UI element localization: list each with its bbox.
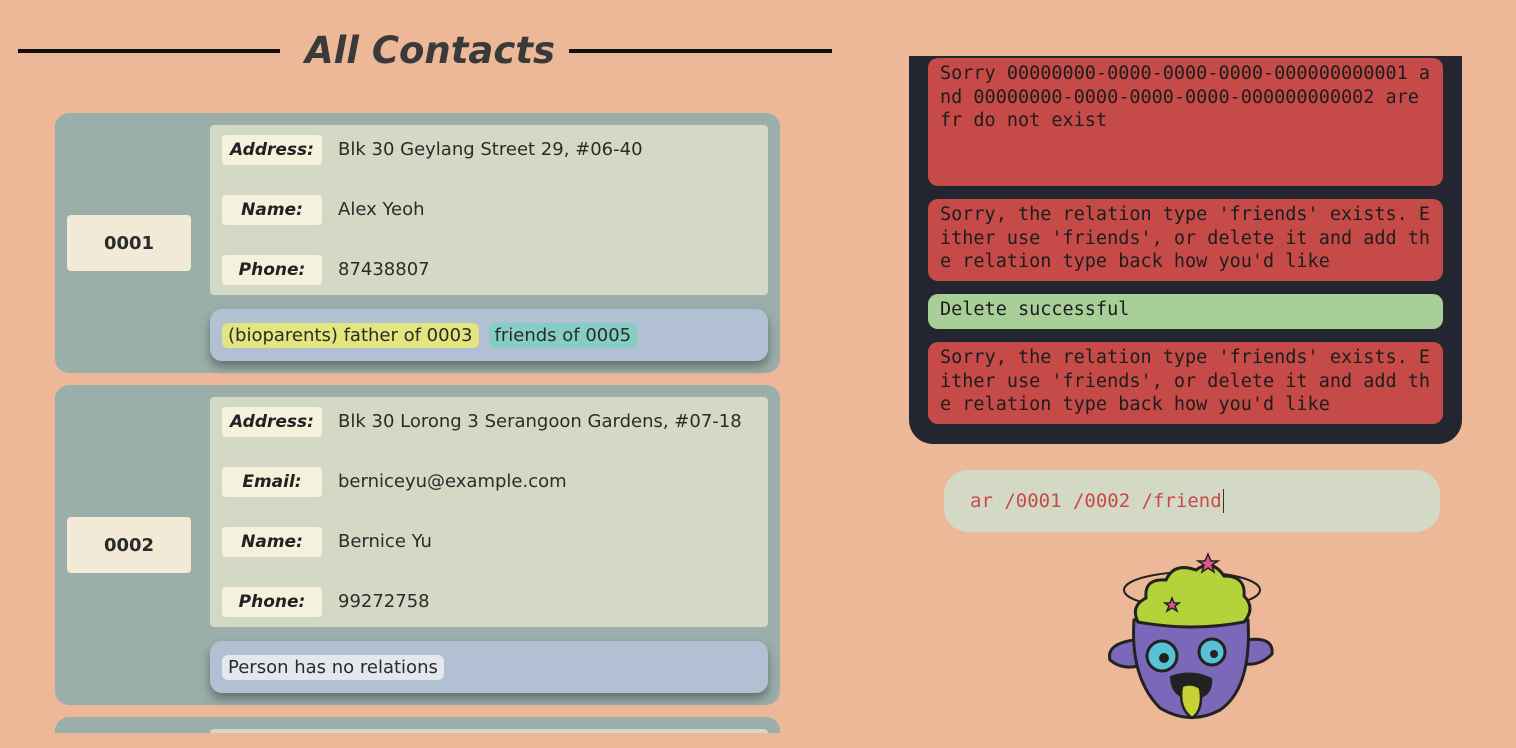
field-label: Email: <box>222 467 322 497</box>
contact-fields <box>210 729 768 733</box>
field-value: Blk 30 Lorong 3 Serangoon Gardens, #07-1… <box>338 411 742 432</box>
relations-bar: (bioparents) father of 0003 friends of 0… <box>210 309 768 361</box>
contact-fields: Address: Blk 30 Geylang Street 29, #06-4… <box>210 125 768 295</box>
error-message: Sorry, the relation type 'friends' exist… <box>928 342 1443 424</box>
field-address: Address: Blk 30 Geylang Street 29, #06-4… <box>210 125 768 185</box>
field-label: Phone: <box>222 255 322 285</box>
field-label: Phone: <box>222 587 322 617</box>
field-label: Address: <box>222 135 322 165</box>
field-email: Email: berniceyu@example.com <box>210 457 768 517</box>
field-address: Address: Blk 30 Lorong 3 Serangoon Garde… <box>210 397 768 457</box>
command-input[interactable]: ar /0001 /0002 /friend <box>944 470 1440 532</box>
page-title: All Contacts <box>304 29 556 72</box>
contact-fields: Address: Blk 30 Lorong 3 Serangoon Garde… <box>210 397 768 627</box>
error-message: Sorry, the relation type 'friends' exist… <box>928 199 1443 281</box>
field-value: 87438807 <box>338 259 430 280</box>
field-name: Name: Bernice Yu <box>210 517 768 577</box>
contact-card[interactable]: 0001 Address: Blk 30 Geylang Street 29, … <box>55 113 780 373</box>
relation-tag[interactable]: (bioparents) father of 0003 <box>222 322 479 348</box>
field-phone: Phone: 87438807 <box>210 245 768 305</box>
page-header: All Contacts <box>18 20 832 82</box>
field-name: Name: Alex Yeoh <box>210 185 768 245</box>
contact-id: 0002 <box>67 517 191 573</box>
relation-tag: Person has no relations <box>222 654 444 680</box>
field-value: Bernice Yu <box>338 531 432 552</box>
zombie-mascot-icon <box>1108 552 1274 720</box>
contact-list[interactable]: 0001 Address: Blk 30 Geylang Street 29, … <box>55 113 780 733</box>
field-value: 99272758 <box>338 591 430 612</box>
relations-bar: Person has no relations <box>210 641 768 693</box>
field-value: Blk 30 Geylang Street 29, #06-40 <box>338 139 643 160</box>
error-message: Sorry 00000000-0000-0000-0000-0000000000… <box>928 58 1443 186</box>
field-label: Address: <box>222 407 322 437</box>
field-phone: Phone: 99272758 <box>210 577 768 637</box>
result-display[interactable]: Sorry 00000000-0000-0000-0000-0000000000… <box>909 56 1462 444</box>
success-message: Delete successful <box>928 294 1443 329</box>
field-value: berniceyu@example.com <box>338 471 567 492</box>
field-label: Name: <box>222 195 322 225</box>
header-rule-right <box>569 49 832 53</box>
contact-id: 0001 <box>67 215 191 271</box>
field-value: Alex Yeoh <box>338 199 425 220</box>
field-label: Name: <box>222 527 322 557</box>
contact-card[interactable]: 0002 Address: Blk 30 Lorong 3 Serangoon … <box>55 385 780 705</box>
command-text[interactable]: ar /0001 /0002 /friend <box>970 490 1222 512</box>
relation-tag[interactable]: friends of 0005 <box>488 322 638 348</box>
contact-card[interactable] <box>55 717 780 733</box>
text-caret <box>1222 489 1224 513</box>
header-rule-left <box>18 49 280 53</box>
